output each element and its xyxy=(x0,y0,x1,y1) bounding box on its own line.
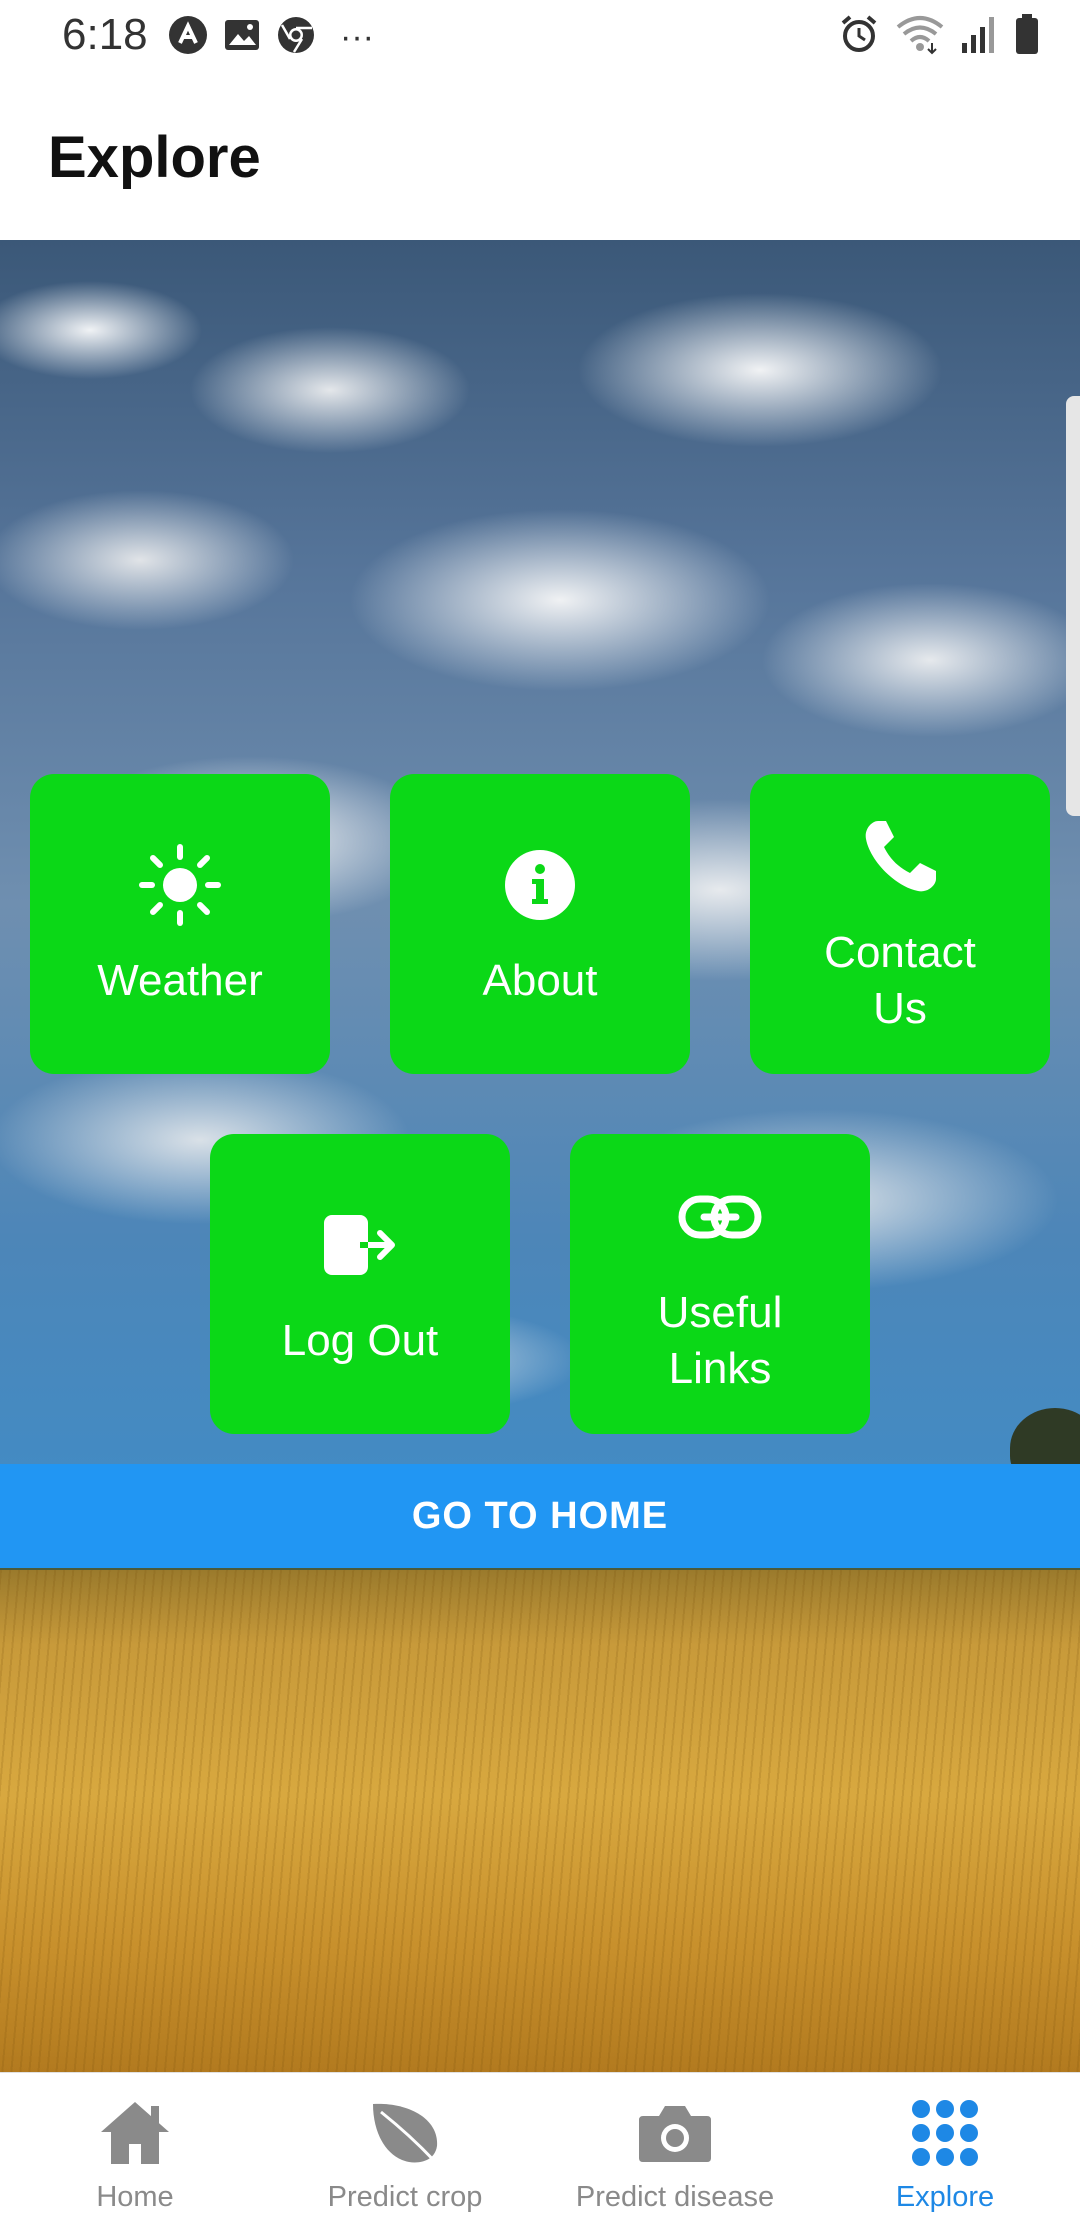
alarm-icon xyxy=(838,13,880,60)
about-tile[interactable]: About xyxy=(390,774,690,1074)
nav-item-explore[interactable]: Explore xyxy=(810,2073,1080,2221)
edge-panel-handle[interactable] xyxy=(1066,396,1080,816)
image-icon xyxy=(222,15,262,60)
phone-icon xyxy=(858,811,942,903)
page-title: Explore xyxy=(48,125,261,190)
link-icon xyxy=(678,1171,762,1263)
status-left-icons: ··· xyxy=(168,15,374,60)
nav-item-home[interactable]: Home xyxy=(0,2073,270,2221)
status-right-icons xyxy=(838,13,1040,60)
status-time: 6:18 xyxy=(62,10,148,59)
go-to-home-button[interactable]: GO TO HOME xyxy=(0,1464,1080,1568)
app-bar: Explore xyxy=(0,72,1080,240)
info-icon xyxy=(504,839,576,931)
nav-label-explore: Explore xyxy=(895,2181,995,2213)
app-icon xyxy=(168,15,208,60)
more-icon: ··· xyxy=(340,17,374,56)
contact-us-tile[interactable]: Contact Us xyxy=(750,774,1050,1074)
nav-label-predict-disease: Predict disease xyxy=(575,2181,775,2213)
nav-label-home: Home xyxy=(96,2181,174,2213)
log-out-label: Log Out xyxy=(281,1316,439,1365)
wifi-icon xyxy=(894,13,946,60)
grid-dots-icon xyxy=(910,2093,980,2173)
signal-icon xyxy=(960,13,1000,60)
weather-tile[interactable]: Weather xyxy=(30,774,330,1074)
battery-icon xyxy=(1014,13,1040,60)
nav-item-predict-disease[interactable]: Predict disease xyxy=(540,2073,810,2221)
status-bar: 6:18 ··· xyxy=(0,0,1080,72)
sun-icon xyxy=(138,839,222,931)
useful-links-label: Useful Links xyxy=(657,1288,783,1393)
leaf-icon xyxy=(367,2093,443,2173)
about-label: About xyxy=(482,956,598,1005)
useful-links-tile[interactable]: Useful Links xyxy=(570,1134,870,1434)
weather-label: Weather xyxy=(97,956,263,1005)
nav-label-predict-crop: Predict crop xyxy=(327,2181,483,2213)
logout-icon xyxy=(320,1199,400,1291)
explore-content: Weather About Contact Us Log Out Useful … xyxy=(0,240,1080,2072)
contact-us-label: Contact Us xyxy=(824,928,976,1033)
nav-item-predict-crop[interactable]: Predict crop xyxy=(270,2073,540,2221)
wheat-field-background xyxy=(0,1570,1080,2072)
camera-icon xyxy=(637,2093,713,2173)
chrome-icon xyxy=(276,15,316,60)
bottom-navigation: Home Predict crop Predict disease Explor… xyxy=(0,2072,1080,2221)
home-icon xyxy=(97,2093,173,2173)
log-out-tile[interactable]: Log Out xyxy=(210,1134,510,1434)
